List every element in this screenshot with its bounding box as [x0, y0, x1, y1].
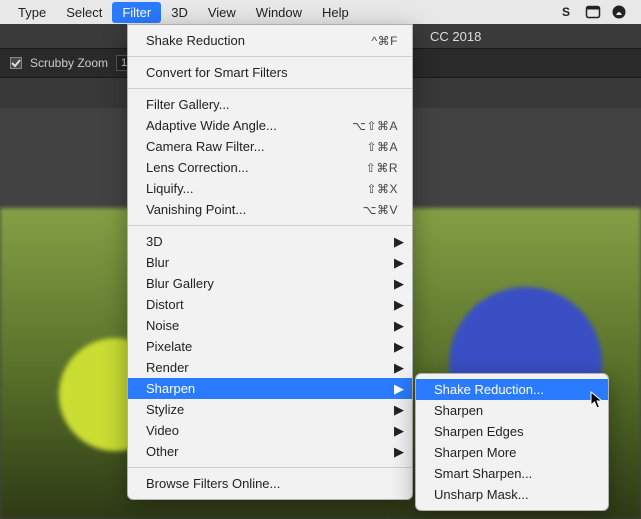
filter-menu-last[interactable]: Shake Reduction ^⌘F [128, 30, 412, 51]
submenu-arrow-icon: ▶ [394, 444, 404, 460]
status-s-icon[interactable]: S [559, 4, 575, 20]
menu-item-label: Render [146, 360, 398, 375]
menu-item-label: Camera Raw Filter... [146, 139, 326, 154]
menu-item-label: Sharpen More [434, 445, 594, 460]
filter-menu-distort[interactable]: Distort▶ [128, 294, 412, 315]
menubar-item-window[interactable]: Window [246, 2, 312, 23]
submenu-arrow-icon: ▶ [394, 402, 404, 418]
menu-item-label: Lens Correction... [146, 160, 326, 175]
sharpen-submenu-sharpen-more[interactable]: Sharpen More [416, 442, 608, 463]
menu-item-label: Sharpen Edges [434, 424, 594, 439]
filter-menu-liquify[interactable]: Liquify... ⇧⌘X [128, 178, 412, 199]
menu-item-shortcut: ⇧⌘R [366, 161, 398, 175]
menu-separator [128, 56, 412, 57]
sharpen-submenu: Shake Reduction... Sharpen Sharpen Edges… [415, 373, 609, 511]
menu-item-label: Blur Gallery [146, 276, 398, 291]
cursor-icon [590, 391, 604, 409]
filter-menu: Shake Reduction ^⌘F Convert for Smart Fi… [127, 24, 413, 500]
menu-item-shortcut: ⇧⌘X [366, 182, 398, 196]
filter-menu-noise[interactable]: Noise▶ [128, 315, 412, 336]
filter-menu-vanishing-point[interactable]: Vanishing Point... ⌥⌘V [128, 199, 412, 220]
menu-item-shortcut: ⇧⌘A [366, 140, 398, 154]
menubar-item-view[interactable]: View [198, 2, 246, 23]
filter-menu-filter-gallery[interactable]: Filter Gallery... [128, 94, 412, 115]
filter-menu-lens-correction[interactable]: Lens Correction... ⇧⌘R [128, 157, 412, 178]
menu-item-label: Sharpen [146, 381, 398, 396]
menu-item-label: Unsharp Mask... [434, 487, 594, 502]
filter-menu-camera-raw[interactable]: Camera Raw Filter... ⇧⌘A [128, 136, 412, 157]
filter-menu-browse-online[interactable]: Browse Filters Online... [128, 473, 412, 494]
sharpen-submenu-unsharp-mask[interactable]: Unsharp Mask... [416, 484, 608, 505]
menu-item-shortcut: ⌥⌘V [363, 203, 398, 217]
sharpen-submenu-sharpen[interactable]: Sharpen [416, 400, 608, 421]
menubar-item-select[interactable]: Select [56, 2, 112, 23]
sharpen-submenu-shake-reduction[interactable]: Shake Reduction... [416, 379, 608, 400]
menu-item-shortcut: ^⌘F [372, 34, 398, 48]
scrubby-zoom-label: Scrubby Zoom [30, 56, 108, 70]
filter-menu-3d[interactable]: 3D▶ [128, 231, 412, 252]
menu-item-label: Pixelate [146, 339, 398, 354]
svg-text:S: S [562, 5, 570, 19]
menu-item-label: Convert for Smart Filters [146, 65, 398, 80]
menu-item-label: 3D [146, 234, 398, 249]
menu-item-label: Browse Filters Online... [146, 476, 398, 491]
filter-menu-stylize[interactable]: Stylize▶ [128, 399, 412, 420]
menubar-item-help[interactable]: Help [312, 2, 359, 23]
menu-item-label: Video [146, 423, 398, 438]
menu-separator [128, 88, 412, 89]
submenu-arrow-icon: ▶ [394, 318, 404, 334]
status-window-icon[interactable] [585, 4, 601, 20]
menubar-item-filter[interactable]: Filter [112, 2, 161, 23]
filter-menu-blur[interactable]: Blur▶ [128, 252, 412, 273]
menu-separator [128, 467, 412, 468]
submenu-arrow-icon: ▶ [394, 255, 404, 271]
menu-item-label: Shake Reduction... [434, 382, 594, 397]
menu-separator [128, 225, 412, 226]
menu-item-label: Vanishing Point... [146, 202, 323, 217]
menu-item-label: Sharpen [434, 403, 594, 418]
submenu-arrow-icon: ▶ [394, 276, 404, 292]
submenu-arrow-icon: ▶ [394, 297, 404, 313]
menu-item-label: Shake Reduction [146, 33, 332, 48]
submenu-arrow-icon: ▶ [394, 234, 404, 250]
submenu-arrow-icon: ▶ [394, 360, 404, 376]
filter-menu-convert-smart[interactable]: Convert for Smart Filters [128, 62, 412, 83]
menu-item-label: Adaptive Wide Angle... [146, 118, 312, 133]
sharpen-submenu-smart-sharpen[interactable]: Smart Sharpen... [416, 463, 608, 484]
app-version-label: CC 2018 [430, 29, 481, 44]
menu-item-label: Liquify... [146, 181, 326, 196]
filter-menu-other[interactable]: Other▶ [128, 441, 412, 462]
filter-menu-adaptive-wide-angle[interactable]: Adaptive Wide Angle... ⌥⇧⌘A [128, 115, 412, 136]
menu-item-label: Other [146, 444, 398, 459]
menu-item-label: Smart Sharpen... [434, 466, 594, 481]
menu-item-label: Filter Gallery... [146, 97, 398, 112]
menu-item-label: Blur [146, 255, 398, 270]
filter-menu-blur-gallery[interactable]: Blur Gallery▶ [128, 273, 412, 294]
submenu-arrow-icon: ▶ [394, 381, 404, 397]
submenu-arrow-icon: ▶ [394, 423, 404, 439]
filter-menu-render[interactable]: Render▶ [128, 357, 412, 378]
filter-menu-video[interactable]: Video▶ [128, 420, 412, 441]
menu-item-label: Distort [146, 297, 398, 312]
menu-item-label: Noise [146, 318, 398, 333]
menubar-item-3d[interactable]: 3D [161, 2, 198, 23]
menu-item-label: Stylize [146, 402, 398, 417]
sharpen-submenu-sharpen-edges[interactable]: Sharpen Edges [416, 421, 608, 442]
menubar: Type Select Filter 3D View Window Help S [0, 0, 641, 24]
menu-item-shortcut: ⌥⇧⌘A [352, 119, 398, 133]
status-app-icon[interactable] [611, 4, 627, 20]
filter-menu-pixelate[interactable]: Pixelate▶ [128, 336, 412, 357]
filter-menu-sharpen[interactable]: Sharpen▶ [128, 378, 412, 399]
submenu-arrow-icon: ▶ [394, 339, 404, 355]
menubar-item-type[interactable]: Type [8, 2, 56, 23]
scrubby-zoom-checkbox[interactable] [10, 57, 22, 69]
